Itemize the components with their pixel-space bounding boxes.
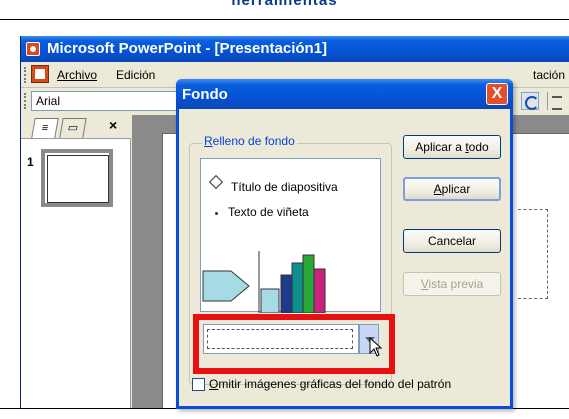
cancel-button[interactable]: Cancelar <box>403 229 501 253</box>
cropped-heading: herramientas <box>0 0 569 20</box>
pane-tabs: ≡ ▭ × <box>21 115 131 139</box>
preview-chart-icon <box>202 251 326 313</box>
dialog-title: Fondo <box>182 86 228 103</box>
document-menu-icon[interactable] <box>31 65 49 83</box>
toolbar-grip-icon[interactable] <box>24 93 27 109</box>
menu-archivo[interactable]: Archivo <box>57 68 97 82</box>
slides-tab[interactable]: ▭ <box>59 118 87 138</box>
app-title-bar[interactable]: Microsoft PowerPoint - [Presentación1] <box>21 36 569 62</box>
background-preview: Título de diapositiva Texto de viñeta <box>200 158 381 313</box>
font-name-combo[interactable]: Arial <box>31 91 181 111</box>
menu-edicion[interactable]: Edición <box>116 68 155 82</box>
slides-pane: ≡ ▭ × 1 <box>21 115 131 419</box>
chart-bar <box>302 254 315 313</box>
preview-button[interactable]: Vista previa <box>403 272 501 296</box>
omit-graphics-checkbox[interactable] <box>192 378 205 391</box>
cropped-heading-text: herramientas <box>231 0 338 9</box>
apply-button[interactable]: Aplicar <box>403 177 501 201</box>
research-icon[interactable] <box>521 92 539 110</box>
slide-thumbnail[interactable] <box>41 149 113 207</box>
powerpoint-icon <box>26 42 40 56</box>
bottom-edge <box>0 408 569 419</box>
toolbar-grip-icon[interactable] <box>24 67 27 83</box>
align-icon[interactable] <box>547 92 565 110</box>
slide-number: 1 <box>27 155 34 169</box>
chart-base-shape <box>260 288 280 313</box>
close-button[interactable]: X <box>486 83 508 105</box>
chart-bar <box>291 262 304 313</box>
app-title: Microsoft PowerPoint - [Presentación1] <box>47 40 328 57</box>
text-placeholder[interactable] <box>518 209 548 299</box>
apply-all-button[interactable]: Aplicar a todo <box>403 135 501 159</box>
close-icon[interactable]: × <box>109 117 117 133</box>
dialog-title-bar[interactable]: Fondo X <box>176 79 513 109</box>
outline-tab[interactable]: ≡ <box>31 118 59 138</box>
fondo-dialog: Fondo X Relleno de fondo Título de diapo… <box>176 79 513 409</box>
checkbox-label[interactable]: Omitir imágenes gráficas del fondo del p… <box>209 377 451 391</box>
chart-bar <box>313 268 326 313</box>
chart-bar <box>280 274 293 313</box>
menu-presentacion[interactable]: tación <box>533 68 565 82</box>
highlight-frame <box>193 314 395 374</box>
pentagon-shape <box>202 270 250 302</box>
group-label: Relleno de fondo <box>202 134 297 148</box>
